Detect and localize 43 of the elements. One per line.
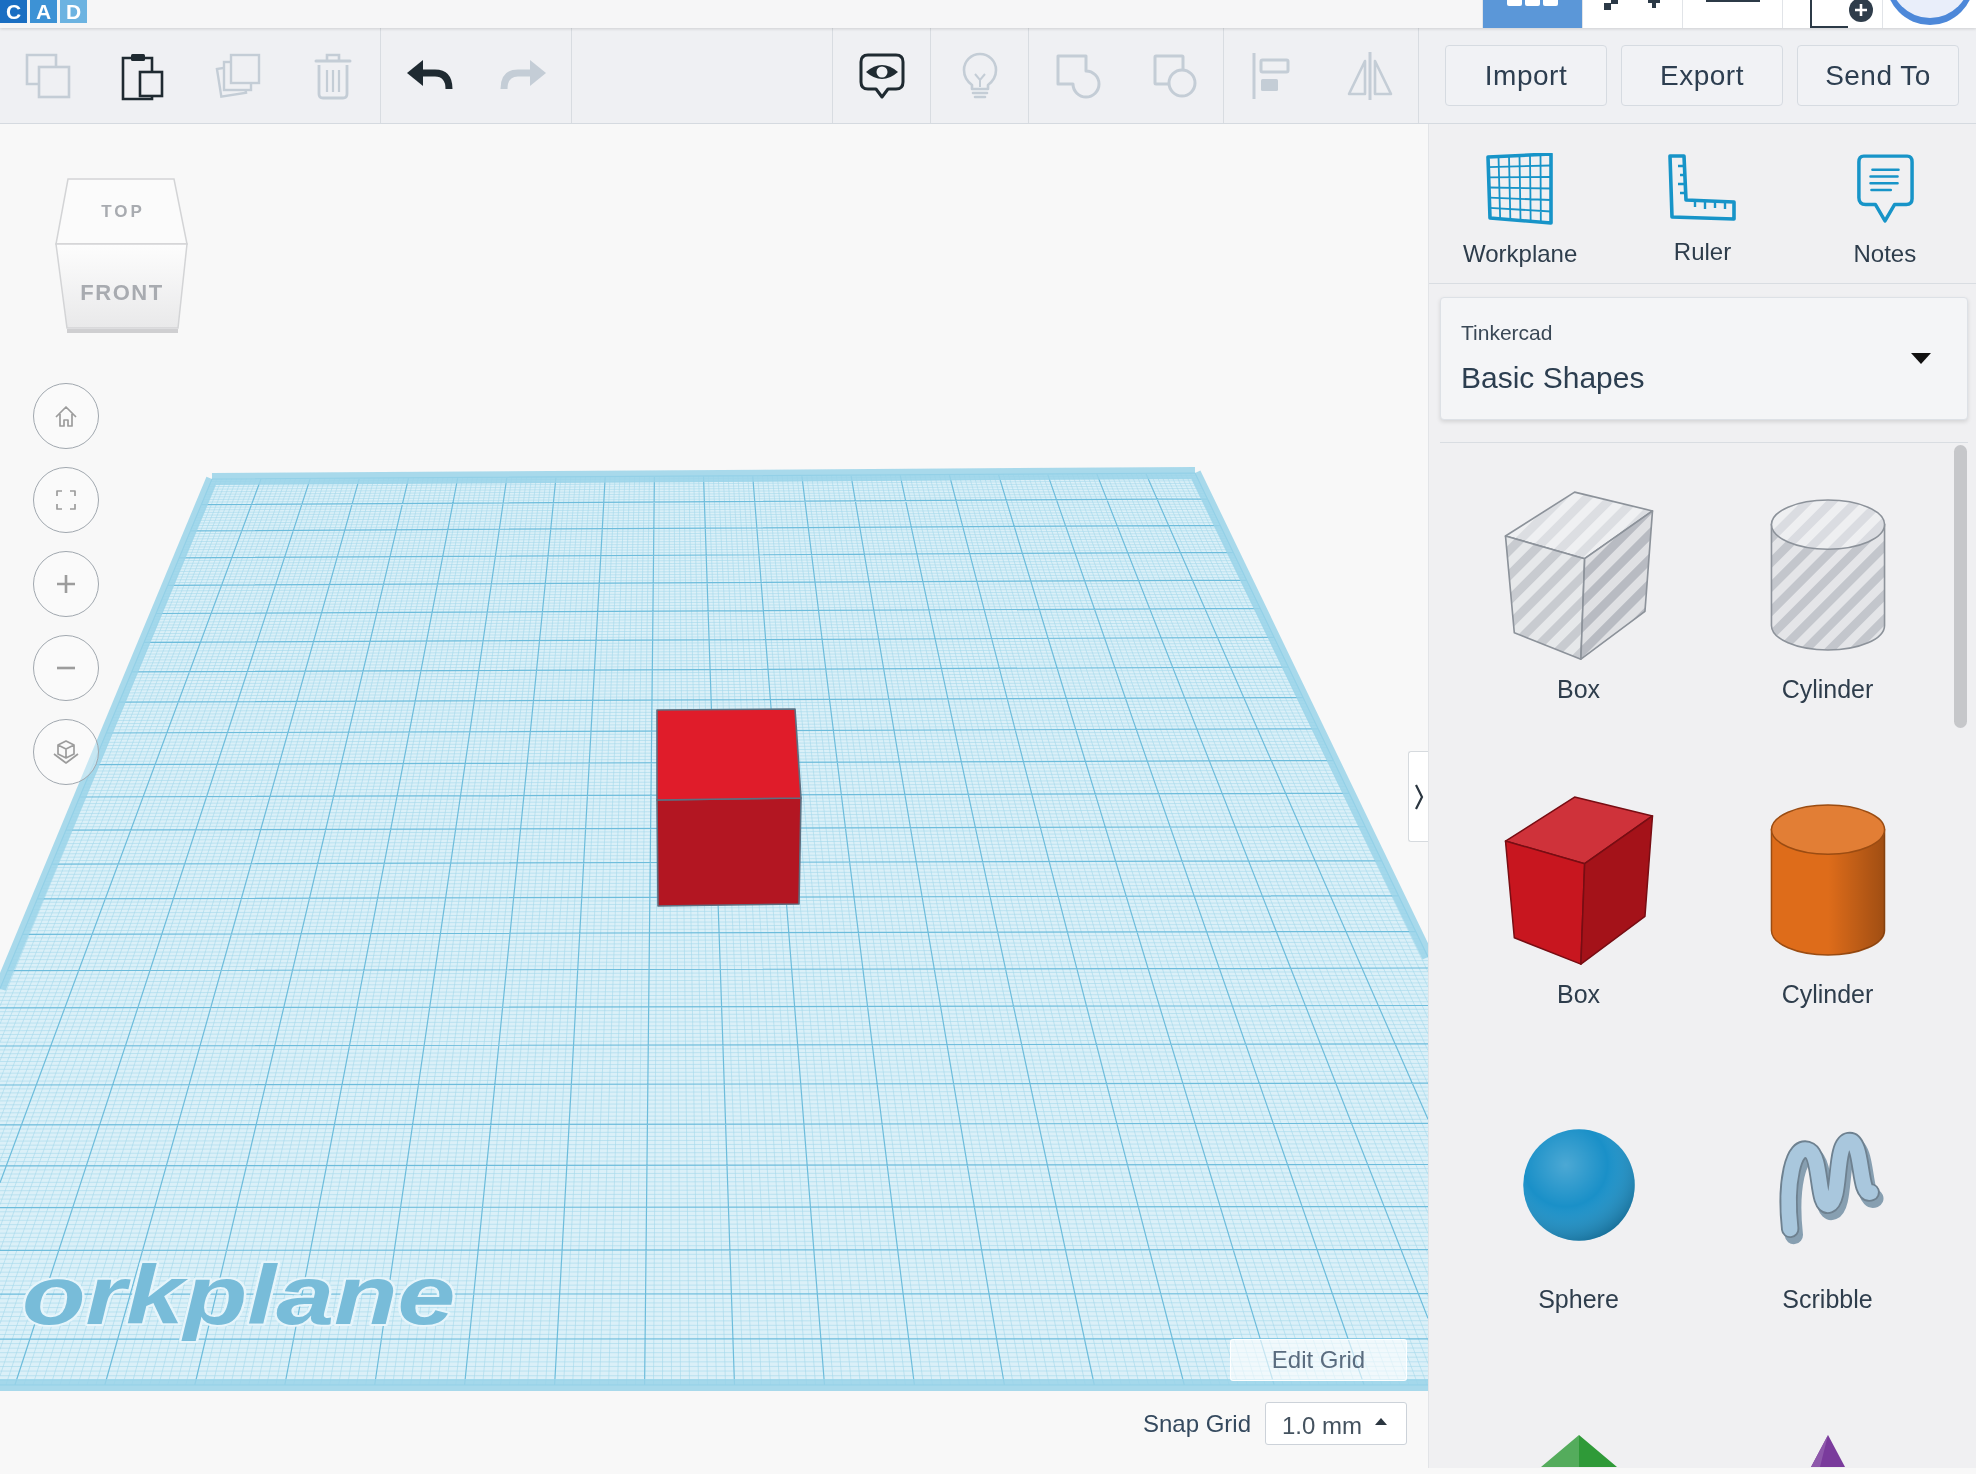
line-icon (1705, 0, 1760, 3)
edit-grid-button[interactable]: Edit Grid (1230, 1339, 1407, 1381)
ruler-icon (1667, 153, 1738, 223)
blocks-icon (1603, 0, 1662, 10)
shape-item[interactable]: Box (1454, 785, 1703, 1090)
cube-face-label: FRONT (80, 280, 164, 305)
ruler-button[interactable]: Ruler (1611, 124, 1794, 283)
cube-face-label: TOP (101, 202, 145, 221)
library-dropdown[interactable]: Tinkercad Basic Shapes (1440, 297, 1968, 420)
workplane-button[interactable]: Workplane (1429, 124, 1612, 283)
house-icon (55, 405, 77, 427)
grid-icon (1506, 0, 1559, 7)
minus-icon (56, 666, 76, 670)
plus-icon (56, 574, 76, 594)
collapse-panel-tab[interactable] (1408, 751, 1428, 842)
add-button[interactable] (1782, 0, 1882, 28)
add-badge-icon (1810, 0, 1874, 28)
grid-plane-icon (1485, 153, 1556, 225)
snap-grid-label: Snap Grid (1142, 1408, 1251, 1439)
action-button[interactable]: Import (1445, 45, 1607, 106)
dropdown-label: Tinkercad (1461, 321, 1554, 345)
shape-item[interactable]: Box (1454, 480, 1703, 785)
logo-letter: D (60, 0, 87, 23)
action-button[interactable]: Export (1621, 45, 1783, 106)
view-mode-button[interactable] (1582, 0, 1682, 28)
cube-icon (53, 739, 79, 765)
logo-letter: A (30, 0, 57, 23)
caret-up-icon (1375, 1418, 1387, 1425)
dropdown-value: Basic Shapes (1461, 360, 1645, 396)
action-button[interactable]: Send To (1797, 45, 1959, 106)
snap-grid-select[interactable]: 1.0 mm (1265, 1402, 1407, 1445)
notes-button[interactable]: Notes (1793, 124, 1976, 283)
chevron-right-icon (1413, 783, 1424, 810)
caret-down-icon (1911, 353, 1931, 364)
speech-bubble-icon (1855, 153, 1914, 225)
shape-item[interactable]: Sphere (1454, 1090, 1703, 1395)
view-mode-button[interactable] (1682, 0, 1782, 28)
scrollbar[interactable] (1954, 445, 1967, 728)
shape-item[interactable]: Cylinder (1703, 785, 1952, 1090)
shape-item[interactable]: Scribble (1703, 1090, 1952, 1395)
corner-brackets-icon (56, 490, 76, 510)
logo-letter: C (0, 0, 27, 23)
shape-item[interactable]: Cylinder (1703, 480, 1952, 785)
